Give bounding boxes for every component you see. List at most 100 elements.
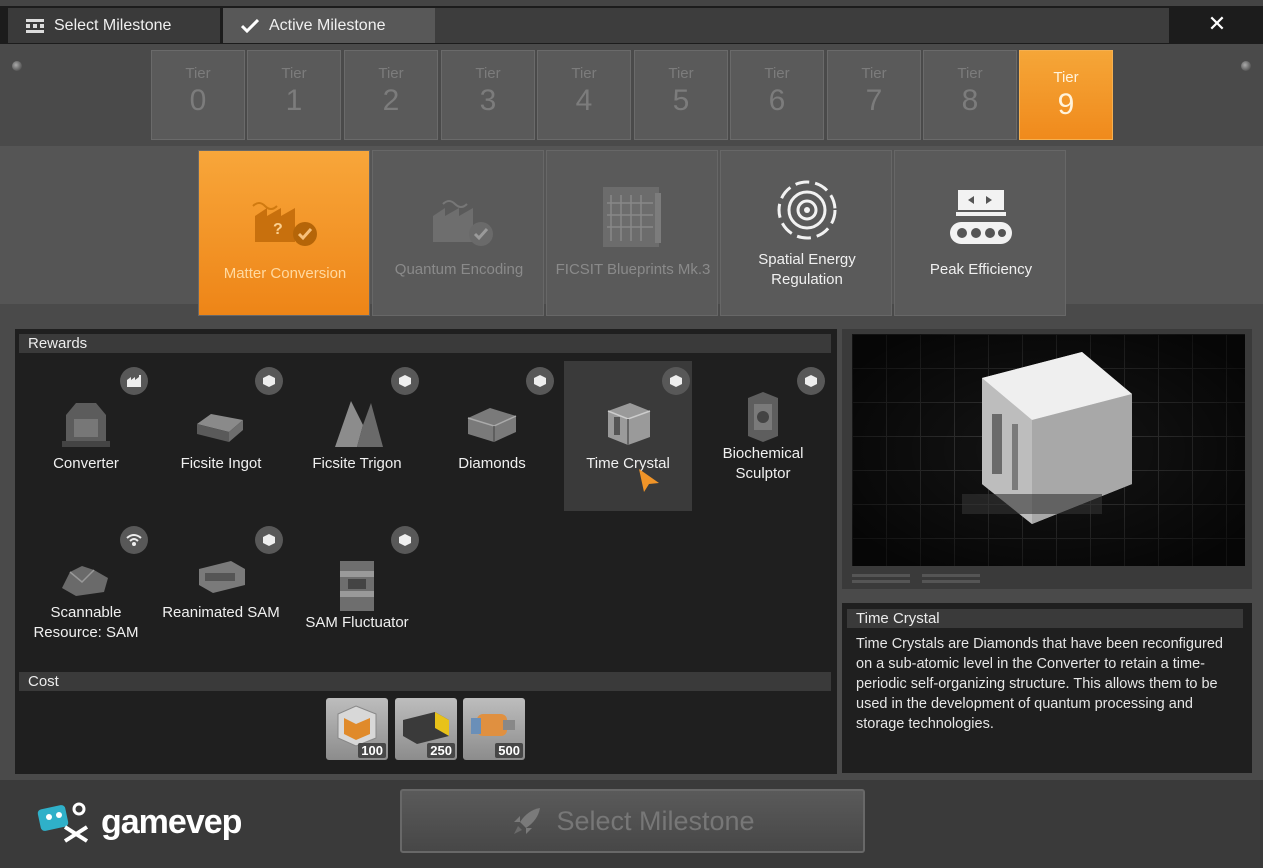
- schematic-peak-efficiency[interactable]: Peak Efficiency: [894, 150, 1066, 316]
- schematic-label: Peak Efficiency: [929, 261, 1033, 278]
- logo-mascot-icon: [37, 802, 89, 843]
- check-icon: [239, 15, 261, 37]
- tier-label: Tier: [1053, 69, 1079, 86]
- tier-number: 0: [189, 84, 207, 117]
- building-icon: [120, 367, 148, 395]
- detail-description: Time Crystals are Diamonds that have bee…: [856, 636, 1223, 732]
- tier-label: Tier: [764, 65, 790, 82]
- tier-number: 7: [865, 84, 883, 117]
- select-milestone-label: Select Milestone: [556, 805, 755, 836]
- item-icon: [526, 367, 554, 395]
- schematic-matter-conversion[interactable]: ? Matter Conversion: [198, 150, 370, 316]
- conveyor-icon: [895, 181, 1067, 251]
- schematic-spatial-energy-regulation[interactable]: Spatial Energy Regulation: [720, 150, 892, 316]
- tier-number: 4: [575, 84, 593, 117]
- reward-diamonds[interactable]: Diamonds: [428, 361, 556, 511]
- tier-number: 6: [768, 84, 786, 117]
- reward-label: Time Crystal: [586, 455, 670, 472]
- preview-slot: [852, 580, 910, 583]
- cost-item-motor: 500: [463, 698, 525, 760]
- blueprint-icon: [547, 181, 719, 251]
- reward-biochemical-sculptor[interactable]: Biochemical Sculptor: [699, 361, 827, 511]
- schematic-quantum-encoding[interactable]: Quantum Encoding: [372, 150, 544, 316]
- gamevep-logo: gamevep: [35, 797, 255, 847]
- close-button[interactable]: ✕: [1200, 8, 1234, 40]
- detail-title: Time Crystal: [847, 609, 1243, 628]
- tier-label: Tier: [668, 65, 694, 82]
- tier-label: Tier: [571, 65, 597, 82]
- tier-number: 5: [672, 84, 690, 117]
- tier-number: 1: [285, 84, 303, 117]
- tier-0[interactable]: Tier 0: [151, 50, 245, 140]
- cost-header: Cost: [19, 672, 831, 691]
- tab-select-label: Select Milestone: [54, 16, 172, 34]
- grid-icon: [24, 15, 46, 37]
- reward-time-crystal[interactable]: Time Crystal: [564, 361, 692, 511]
- tab-active-milestone[interactable]: Active Milestone: [223, 8, 435, 43]
- tier-3[interactable]: Tier 3: [441, 50, 535, 140]
- reward-label: Biochemical Sculptor: [722, 445, 804, 482]
- tier-number: 9: [1057, 88, 1075, 121]
- svg-text:?: ?: [273, 221, 283, 238]
- energy-rings-icon: [721, 175, 893, 245]
- cursor-icon: [639, 469, 659, 492]
- scan-icon: [120, 526, 148, 554]
- sam-fluctuator-icon: [322, 556, 392, 616]
- reanimated-sam-icon: [186, 546, 256, 606]
- tier-8[interactable]: Tier 8: [923, 50, 1017, 140]
- tier-7[interactable]: Tier 7: [827, 50, 921, 140]
- schematic-ficsit-blueprints[interactable]: FICSIT Blueprints Mk.3: [546, 150, 718, 316]
- tier-9[interactable]: Tier 9: [1019, 50, 1113, 140]
- tab-active-label: Active Milestone: [269, 16, 386, 34]
- tier-label: Tier: [475, 65, 501, 82]
- biochemical-sculptor-icon: [728, 387, 798, 447]
- item-icon: [255, 367, 283, 395]
- reward-label: Converter: [53, 455, 119, 472]
- tier-label: Tier: [281, 65, 307, 82]
- diamonds-icon: [457, 393, 527, 453]
- tab-bar-fill: [435, 8, 1169, 43]
- tier-4[interactable]: Tier 4: [537, 50, 631, 140]
- reward-ficsite-ingot[interactable]: Ficsite Ingot: [157, 361, 285, 511]
- schematic-label: Spatial Energy Regulation: [758, 251, 856, 288]
- ficsite-trigon-icon: [322, 393, 392, 453]
- rivet: [1241, 61, 1251, 71]
- cost-amount: 100: [358, 743, 386, 758]
- cost-item-battery: 250: [395, 698, 457, 760]
- tier-number: 3: [479, 84, 497, 117]
- reward-sam-fluctuator[interactable]: SAM Fluctuator: [293, 520, 421, 670]
- cost-item-frame: 100: [326, 698, 388, 760]
- rocket-icon: [514, 808, 541, 834]
- tab-select-milestone[interactable]: Select Milestone: [8, 8, 220, 43]
- reward-reanimated-sam[interactable]: Reanimated SAM: [157, 520, 285, 670]
- tier-1[interactable]: Tier 1: [247, 50, 341, 140]
- item-icon: [662, 367, 690, 395]
- preview-slot: [852, 574, 910, 577]
- schematic-label: FICSIT Blueprints Mk.3: [555, 261, 711, 278]
- sam-ore-icon: [51, 546, 121, 606]
- reward-scannable-resource-sam[interactable]: Scannable Resource: SAM: [22, 520, 150, 670]
- logo-text: gamevep: [101, 802, 242, 841]
- reward-label: Ficsite Ingot: [180, 455, 262, 472]
- reward-ficsite-trigon[interactable]: Ficsite Trigon: [293, 361, 421, 511]
- reward-converter[interactable]: Converter: [22, 361, 150, 511]
- item-icon: [255, 526, 283, 554]
- tier-label: Tier: [957, 65, 983, 82]
- tier-2[interactable]: Tier 2: [344, 50, 438, 140]
- reward-label: Ficsite Trigon: [312, 455, 402, 472]
- select-milestone-button[interactable]: Select Milestone: [400, 789, 865, 853]
- cost-amount: 500: [495, 743, 523, 758]
- time-crystal-icon: [593, 393, 663, 453]
- ficsite-ingot-icon: [186, 393, 256, 453]
- converter-icon: [51, 393, 121, 453]
- preview-slot: [922, 580, 980, 583]
- schematic-label: Quantum Encoding: [394, 261, 524, 278]
- top-bar: Select Milestone Active Milestone ✕: [0, 0, 1263, 44]
- tier-number: 2: [382, 84, 400, 117]
- factory-check-icon: ?: [199, 181, 371, 251]
- tier-5[interactable]: Tier 5: [634, 50, 728, 140]
- tier-6[interactable]: Tier 6: [730, 50, 824, 140]
- item-preview: [852, 334, 1245, 566]
- reward-label: Reanimated SAM: [162, 604, 280, 621]
- tier-label: Tier: [185, 65, 211, 82]
